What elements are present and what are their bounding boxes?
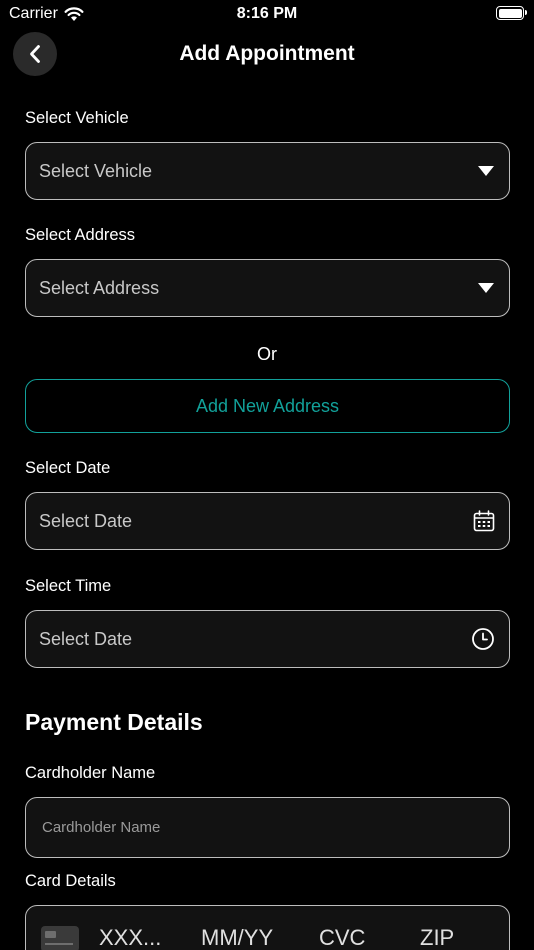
card-details-field[interactable]: XXX... MM/YY CVC ZIP: [25, 905, 510, 950]
time-label: Select Time: [25, 577, 112, 595]
vehicle-dropdown[interactable]: Select Vehicle: [25, 142, 510, 200]
status-bar: Carrier 8:16 PM: [0, 0, 534, 28]
status-time: 8:16 PM: [236, 5, 298, 22]
card-zip-input[interactable]: ZIP: [420, 925, 454, 950]
add-new-address-button[interactable]: Add New Address: [25, 379, 510, 433]
navigation-bar: Add Appointment: [0, 30, 534, 80]
vehicle-label: Select Vehicle: [25, 109, 129, 127]
clock-icon: [472, 628, 494, 650]
date-placeholder: Select Date: [39, 510, 133, 531]
cardholder-name-label: Cardholder Name: [25, 764, 156, 782]
credit-card-icon: [41, 926, 79, 950]
or-divider-text: Or: [257, 344, 277, 364]
card-details-label: Card Details: [25, 872, 116, 890]
address-label: Select Address: [25, 226, 136, 244]
time-picker-field[interactable]: Select Date: [25, 610, 510, 668]
page-title: Add Appointment: [179, 42, 355, 65]
date-label: Select Date: [25, 459, 111, 477]
calendar-icon: [473, 510, 495, 532]
card-number-input[interactable]: XXX...: [99, 925, 161, 950]
time-placeholder: Select Date: [39, 628, 133, 649]
address-placeholder: Select Address: [39, 277, 160, 298]
vehicle-placeholder: Select Vehicle: [39, 160, 153, 181]
address-dropdown[interactable]: Select Address: [25, 259, 510, 317]
card-cvc-input[interactable]: CVC: [319, 925, 365, 950]
battery-icon: [496, 6, 527, 20]
payment-details-heading: Payment Details: [25, 709, 203, 735]
cardholder-name-field-wrapper: [25, 797, 510, 858]
caret-down-icon: [478, 166, 494, 176]
cardholder-name-input[interactable]: [42, 819, 493, 836]
card-expiry-input[interactable]: MM/YY: [201, 925, 273, 950]
date-picker-field[interactable]: Select Date: [25, 492, 510, 550]
caret-down-icon: [478, 283, 494, 293]
